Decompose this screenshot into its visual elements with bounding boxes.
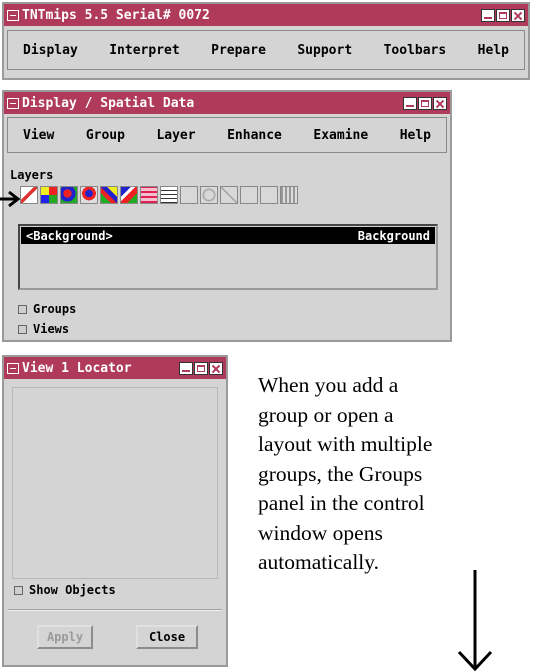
menu-help[interactable]: Help [469,43,518,58]
menu-help[interactable]: Help [391,128,440,143]
layer-row-background[interactable]: <Background> Background [21,227,435,244]
layers-label: Layers [10,168,54,182]
remove-layer-icon[interactable] [200,186,218,204]
views-toggle[interactable]: Views [18,322,69,336]
move-layer-icon[interactable] [180,186,198,204]
shape-layer-icon[interactable] [80,186,98,204]
layer-name: <Background> [26,228,113,243]
cad-layer-icon[interactable] [100,186,118,204]
menu-prepare[interactable]: Prepare [202,43,275,58]
system-menu-icon[interactable] [7,9,19,21]
close-icon[interactable] [433,96,447,110]
close-icon[interactable] [511,8,525,22]
menu-toolbars[interactable]: Toolbars [375,43,456,58]
annotation-line: automatically. [258,550,379,574]
main-menubar: Display Interpret Prepare Support Toolba… [7,30,525,70]
system-menu-icon[interactable] [7,97,19,109]
show-objects-label: Show Objects [29,583,116,597]
annotation-line: group or open a [258,402,394,427]
menu-display[interactable]: Display [14,43,87,58]
delete-layer-icon[interactable] [220,186,238,204]
raise-layer-icon[interactable] [240,186,258,204]
show-objects-toggle[interactable]: Show Objects [14,583,116,597]
annotation-line: groups, the Groups [258,461,423,486]
annotation-line: panel in the control [258,491,425,515]
maximize-icon[interactable] [194,361,208,375]
groups-toggle[interactable]: Groups [18,302,76,316]
main-window: TNTmips 5.5 Serial# 0072 Display Interpr… [2,2,530,80]
lower-layer-icon[interactable] [260,186,278,204]
annotation-text: When you add a group or open a layout wi… [258,371,538,578]
maximize-icon[interactable] [418,96,432,110]
menu-examine[interactable]: Examine [304,128,377,143]
vector-layer-icon[interactable] [60,186,78,204]
text-layer-icon[interactable] [160,186,178,204]
locator-titlebar[interactable]: View 1 Locator [4,357,226,379]
main-titlebar[interactable]: TNTmips 5.5 Serial# 0072 [4,4,528,26]
close-button[interactable]: Close [136,625,198,649]
menu-layer[interactable]: Layer [147,128,204,143]
layer-type: Background [357,228,430,243]
layer-list[interactable]: <Background> Background [18,224,438,290]
close-icon[interactable] [209,361,223,375]
minimize-icon[interactable] [481,8,495,22]
tin-layer-icon[interactable] [120,186,138,204]
database-layer-icon[interactable] [140,186,158,204]
menu-group[interactable]: Group [77,128,134,143]
view-locator-window: View 1 Locator Show Objects Apply Close [2,355,228,667]
down-arrow-icon [457,570,493,672]
annotation-line: layout with multiple [258,432,433,456]
layer-toolbar [20,186,298,204]
groups-label: Groups [33,302,77,316]
layer-controls-icon[interactable] [280,186,298,204]
apply-button[interactable]: Apply [37,625,93,649]
views-checkbox[interactable] [18,324,27,334]
pointer-arrow-icon [0,190,21,208]
menu-support[interactable]: Support [288,43,361,58]
system-menu-icon[interactable] [7,362,19,374]
show-objects-checkbox[interactable] [14,585,23,595]
raster-layer-icon[interactable] [40,186,58,204]
add-layer-icon[interactable] [20,186,38,204]
menu-enhance[interactable]: Enhance [218,128,291,143]
annotation-line: window opens [258,520,383,545]
main-window-title: TNTmips 5.5 Serial# 0072 [22,7,210,23]
display-menubar: View Group Layer Enhance Examine Help [7,117,447,153]
display-window-title: Display / Spatial Data [22,95,195,111]
locator-view-area[interactable] [12,387,218,579]
groups-checkbox[interactable] [18,304,27,314]
views-label: Views [33,322,70,336]
minimize-icon[interactable] [403,96,417,110]
locator-divider [8,609,222,611]
display-spatial-data-window: Display / Spatial Data View Group Layer … [2,90,452,342]
annotation-line: When you add a [258,373,399,397]
display-titlebar[interactable]: Display / Spatial Data [4,92,450,114]
locator-window-title: View 1 Locator [22,360,132,376]
minimize-icon[interactable] [179,361,193,375]
maximize-icon[interactable] [496,8,510,22]
menu-view[interactable]: View [14,128,63,143]
menu-interpret[interactable]: Interpret [100,43,188,58]
